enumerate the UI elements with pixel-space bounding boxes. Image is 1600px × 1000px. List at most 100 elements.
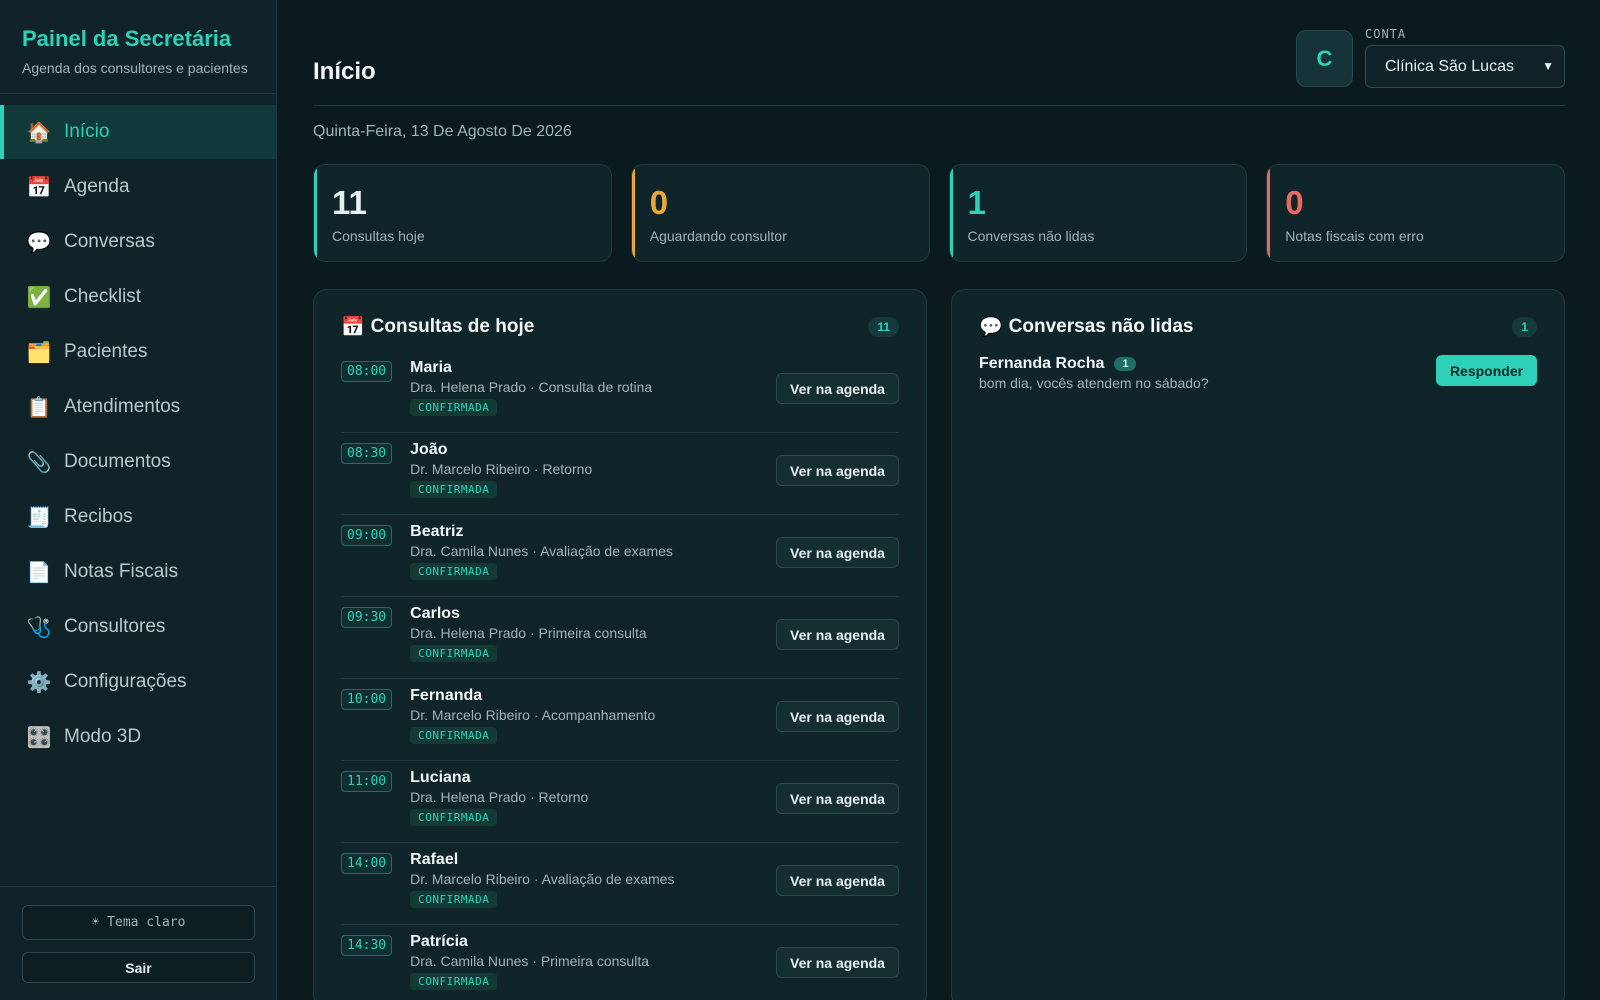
appointments-panel: 📅 Consultas de hoje 11 08:00 Maria Dra. He… bbox=[313, 289, 927, 1000]
sidebar-item-label: Configurações bbox=[64, 671, 187, 692]
contact-name: Fernanda Rocha bbox=[979, 355, 1105, 372]
panels-row: 📅 Consultas de hoje 11 08:00 Maria Dra. He… bbox=[313, 289, 1565, 1000]
sidebar-item-checklist[interactable]: ✅ Checklist bbox=[0, 270, 276, 324]
sidebar-item-documentos[interactable]: 📎 Documentos bbox=[0, 435, 276, 489]
patient-name: Beatriz bbox=[410, 523, 464, 540]
appointment-info: Patrícia Dra. Camila Nunes · Primeira con… bbox=[410, 933, 649, 990]
stat-value: 11 bbox=[332, 184, 367, 221]
sidebar-item-label: Checklist bbox=[64, 286, 142, 307]
conversations-count-badge: 1 bbox=[1512, 317, 1537, 337]
conversations-list: Fernanda Rocha 1 bom dia, vocês atendem no… bbox=[979, 355, 1537, 399]
stat-card: 0 Notas fiscais com erro bbox=[1266, 164, 1565, 262]
appointment-info: Fernanda Dr. Marcelo Ribeiro · Acompanham… bbox=[410, 687, 655, 744]
account-select[interactable]: Clínica São Lucas ▼ bbox=[1365, 45, 1565, 88]
conversations-panel: 💬 Conversas não lidas 1 Fernanda Rocha 1 b… bbox=[951, 289, 1565, 1000]
status-badge: CONFIRMADA bbox=[410, 809, 498, 826]
view-in-agenda-button[interactable]: Ver na agenda bbox=[776, 619, 899, 650]
patient-name: Patrícia bbox=[410, 933, 468, 950]
chevron-down-icon: ▼ bbox=[1542, 59, 1554, 73]
chat-bubble-icon: 💬 bbox=[26, 231, 52, 254]
sidebar-item-conversas[interactable]: 💬 Conversas bbox=[0, 215, 276, 269]
stat-value: 0 bbox=[649, 184, 669, 221]
sidebar-item-recibos[interactable]: 🧾 Recibos bbox=[0, 490, 276, 544]
appointment-row: 10:00 Fernanda Dr. Marcelo Ribeiro · Acomp… bbox=[341, 679, 899, 761]
sidebar-item-pacientes[interactable]: 🗂️ Pacientes bbox=[0, 325, 276, 379]
appointments-count-badge: 11 bbox=[868, 317, 899, 337]
stat-value: 1 bbox=[967, 184, 986, 221]
sidebar-item-label: Atendimentos bbox=[64, 396, 181, 417]
sidebar-item-agenda[interactable]: 📅 Agenda bbox=[0, 160, 276, 214]
view-in-agenda-button[interactable]: Ver na agenda bbox=[776, 701, 899, 732]
theme-toggle-button[interactable]: ☀ Tema claro bbox=[22, 905, 255, 940]
stat-card: 11 Consultas hoje bbox=[313, 164, 612, 262]
main-content: Início C CONTA Clínica São Lucas ▼ Quint… bbox=[313, 0, 1565, 1000]
brand: Painel da Secretária Agenda dos consulto… bbox=[0, 0, 276, 94]
unread-badge: 1 bbox=[1114, 357, 1137, 371]
sidebar-item-início[interactable]: 🏠 Início bbox=[0, 105, 276, 159]
stat-label: Aguardando consultor bbox=[649, 228, 787, 244]
stat-card: 1 Conversas não lidas bbox=[948, 164, 1248, 262]
appointments-panel-header: 📅 Consultas de hoje 11 bbox=[341, 315, 899, 339]
status-badge: CONFIRMADA bbox=[410, 973, 498, 990]
account-select-value: Clínica São Lucas bbox=[1385, 57, 1514, 75]
appointment-time: 14:30 bbox=[341, 935, 393, 956]
calendar-icon: 📅 bbox=[341, 317, 365, 338]
sidebar-item-label: Consultores bbox=[64, 616, 166, 637]
appointment-info: Beatriz Dra. Camila Nunes · Avaliação de … bbox=[410, 523, 673, 580]
view-in-agenda-button[interactable]: Ver na agenda bbox=[776, 865, 899, 896]
patient-name: Luciana bbox=[410, 769, 471, 786]
sidebar-nav: 🏠 Início 📅 Agenda 💬 Conversas ✅ Checklist 🗂️ Paci… bbox=[0, 105, 276, 764]
appointments-panel-title: 📅 Consultas de hoje bbox=[341, 315, 534, 339]
appointment-info: Maria Dra. Helena Prado · Consulta de rot… bbox=[410, 359, 652, 416]
appointment-detail: Dra. Camila Nunes · Avaliação de exames bbox=[410, 543, 673, 559]
sidebar-item-label: Notas Fiscais bbox=[64, 561, 179, 582]
status-badge: CONFIRMADA bbox=[410, 645, 498, 662]
patient-name: Fernanda bbox=[410, 687, 483, 704]
sidebar-item-label: Agenda bbox=[64, 176, 130, 197]
page-title: Início bbox=[313, 58, 376, 85]
stat-value: 0 bbox=[1285, 184, 1304, 221]
status-badge: CONFIRMADA bbox=[410, 891, 498, 908]
view-in-agenda-button[interactable]: Ver na agenda bbox=[776, 783, 899, 814]
brand-subtitle: Agenda dos consultores e pacientes bbox=[22, 60, 248, 76]
patient-name: Maria bbox=[410, 359, 452, 376]
view-in-agenda-button[interactable]: Ver na agenda bbox=[776, 455, 899, 486]
view-in-agenda-button[interactable]: Ver na agenda bbox=[776, 373, 899, 404]
calendar-icon: 📅 bbox=[26, 176, 52, 199]
sidebar-item-label: Recibos bbox=[64, 506, 133, 527]
control-knobs-icon: 🎛️ bbox=[26, 726, 52, 749]
stat-label: Notas fiscais com erro bbox=[1285, 228, 1424, 244]
conversations-panel-title: 💬 Conversas não lidas bbox=[979, 315, 1193, 339]
conversations-panel-header: 💬 Conversas não lidas 1 bbox=[979, 315, 1537, 339]
appointment-time: 14:00 bbox=[341, 853, 393, 874]
sidebar-item-consultores[interactable]: 🩺 Consultores bbox=[0, 600, 276, 654]
appointment-detail: Dra. Helena Prado · Consulta de rotina bbox=[410, 379, 653, 395]
sidebar-item-label: Início bbox=[64, 121, 110, 142]
account-label: CONTA bbox=[1365, 27, 1407, 41]
avatar[interactable]: C bbox=[1296, 30, 1353, 87]
appointment-info: João Dr. Marcelo Ribeiro · Retorno CONFIRM… bbox=[410, 441, 592, 498]
chat-bubble-icon: 💬 bbox=[979, 317, 1003, 338]
view-in-agenda-button[interactable]: Ver na agenda bbox=[776, 537, 899, 568]
appointment-detail: Dr. Marcelo Ribeiro · Acompanhamento bbox=[410, 707, 656, 723]
status-badge: CONFIRMADA bbox=[410, 481, 498, 498]
appointment-row: 14:00 Rafael Dr. Marcelo Ribeiro · Avaliaç… bbox=[341, 843, 899, 925]
status-badge: CONFIRMADA bbox=[410, 563, 498, 580]
sidebar-item-modo-3d[interactable]: 🎛️ Modo 3D bbox=[0, 710, 276, 764]
status-badge: CONFIRMADA bbox=[410, 399, 498, 416]
view-in-agenda-button[interactable]: Ver na agenda bbox=[776, 947, 899, 978]
sidebar: Painel da Secretária Agenda dos consulto… bbox=[0, 0, 277, 1000]
logout-button[interactable]: Sair bbox=[22, 952, 255, 983]
reply-button[interactable]: Responder bbox=[1436, 355, 1537, 386]
sidebar-item-configurações[interactable]: ⚙️ Configurações bbox=[0, 655, 276, 709]
document-icon: 📄 bbox=[26, 561, 52, 584]
stethoscope-icon: 🩺 bbox=[26, 616, 52, 639]
stats-row: 11 Consultas hoje 0 Aguardando consultor 1 Co… bbox=[313, 164, 1565, 262]
appointment-time: 11:00 bbox=[341, 771, 393, 792]
sidebar-item-notas-fiscais[interactable]: 📄 Notas Fiscais bbox=[0, 545, 276, 599]
appointment-time: 08:00 bbox=[341, 361, 393, 382]
sidebar-item-atendimentos[interactable]: 📋 Atendimentos bbox=[0, 380, 276, 434]
conversation-row: Fernanda Rocha 1 bom dia, vocês atendem no… bbox=[979, 355, 1537, 399]
appointments-list: 08:00 Maria Dra. Helena Prado · Consulta d… bbox=[341, 351, 899, 1000]
receipt-icon: 🧾 bbox=[26, 506, 52, 529]
